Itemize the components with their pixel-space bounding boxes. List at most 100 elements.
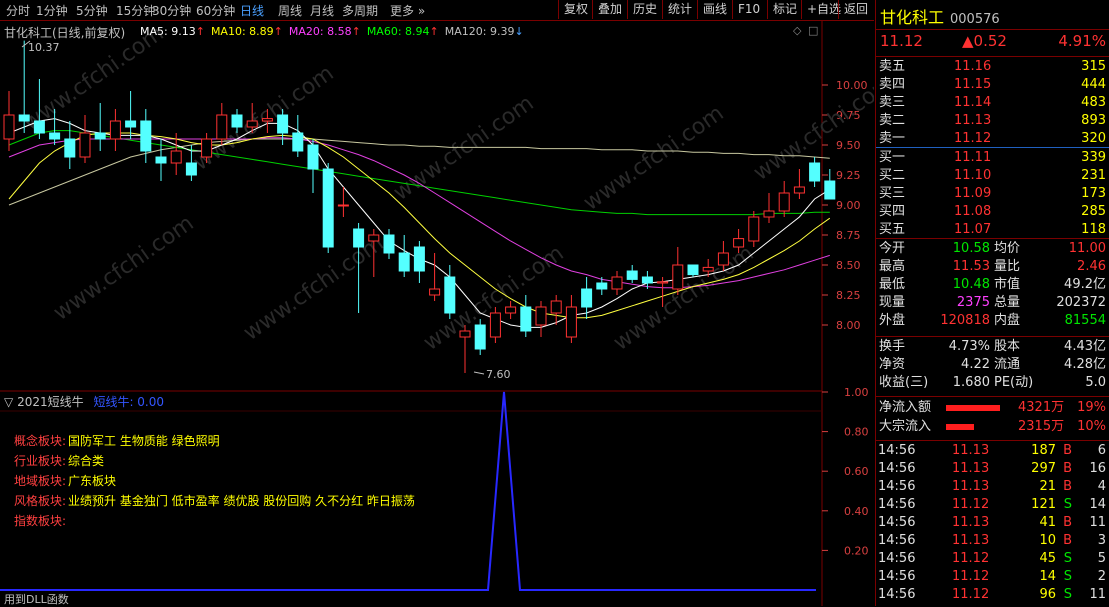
toolbar-action-5[interactable]: F10 [732, 0, 765, 19]
stat-key: 总量 [994, 295, 1021, 310]
tick-side: B [1063, 479, 1072, 494]
tick-side: S [1063, 497, 1072, 512]
tick-row: 14:56 11.13 187 B 6 [876, 442, 1109, 460]
candle-up [778, 192, 790, 212]
ask-label: 卖一 [879, 131, 906, 146]
stat-value: 10.58 [952, 241, 990, 256]
candle-up [702, 266, 714, 272]
toolbar-item-9[interactable]: 多周期 [342, 2, 378, 19]
tick-volume: 96 [1039, 587, 1056, 602]
tick-count: 2 [1097, 569, 1106, 584]
candle-down [94, 132, 106, 140]
bid-label: 买五 [879, 222, 906, 237]
y-tick-label: 9.00 [836, 199, 861, 212]
ask-price: 11.16 [954, 59, 992, 74]
toolbar-item-1[interactable]: 1分钟 [36, 2, 68, 19]
ask-label: 卖三 [879, 95, 906, 110]
tick-count: 11 [1089, 587, 1106, 602]
bid-row: 买三 11.09 173 [876, 185, 1109, 203]
candle-down [824, 180, 836, 200]
bid-price: 11.09 [954, 186, 992, 201]
toolbar-item-7[interactable]: 周线 [278, 2, 302, 19]
arrow-icon: ↓ [514, 25, 524, 38]
sector-value: 综合类 [68, 454, 105, 468]
tick-row: 14:56 11.13 21 B 4 [876, 478, 1109, 496]
candle-down [33, 120, 45, 134]
divider [876, 396, 1109, 397]
ask-price: 11.14 [954, 95, 992, 110]
tick-volume: 297 [1031, 461, 1056, 476]
sector-row: 行业板块: 综合类 [14, 452, 104, 469]
candle-down [474, 324, 486, 350]
divider [876, 56, 1109, 57]
candle-down [231, 114, 243, 128]
toolbar-action-1[interactable]: 叠加 [592, 0, 627, 19]
bid-row: 买一 11.11 339 [876, 149, 1109, 167]
tick-volume: 121 [1031, 497, 1056, 512]
ask-row: 卖一 11.12 320 [876, 130, 1109, 148]
candle-down [626, 270, 638, 280]
tick-side: S [1063, 569, 1072, 584]
bid-price: 11.10 [954, 168, 992, 183]
chart-canvas[interactable]: 10.009.759.509.259.008.758.508.258.00www… [0, 21, 874, 606]
candle-up [672, 264, 684, 290]
divider [876, 238, 1109, 239]
toolbar-action-2[interactable]: 历史 [627, 0, 662, 19]
stat-value: 4.28亿 [1064, 357, 1106, 372]
toolbar-item-6[interactable]: 日线 [240, 2, 264, 19]
toolbar-action-4[interactable]: 画线 [697, 0, 732, 19]
tick-volume: 41 [1039, 515, 1056, 530]
bid-price: 11.11 [954, 150, 992, 165]
ask-row: 卖五 11.16 315 [876, 58, 1109, 76]
sub-y-tick-label: 0.40 [844, 505, 869, 518]
toolbar-item-5[interactable]: 60分钟 [196, 2, 235, 19]
toolbar-item-8[interactable]: 月线 [310, 2, 334, 19]
y-tick-label: 8.75 [836, 229, 861, 242]
watermark-text: www.cfchi.com [579, 101, 728, 216]
candle-down [444, 276, 456, 314]
quote-panel: 甘化科工 000576 11.12 ▲0.52 4.91% 卖五 11.16 315 卖四 11.… [875, 0, 1109, 606]
candle-down [596, 282, 608, 290]
candle-up [793, 186, 805, 194]
toolbar-item-3[interactable]: 15分钟 [116, 2, 155, 19]
tick-count: 14 [1089, 497, 1106, 512]
diamond-icon[interactable]: ◇ [793, 24, 801, 37]
stat-value: 11.53 [952, 259, 990, 274]
tick-count: 6 [1097, 443, 1106, 458]
stat-key: 量比 [994, 259, 1021, 274]
tick-time: 14:56 [878, 479, 916, 494]
arrow-icon: ↑ [351, 25, 361, 38]
toolbar-action-8[interactable]: 返回 [838, 0, 873, 19]
toolbar-action-0[interactable]: 复权 [558, 0, 593, 19]
flow-amount: 4321万 [1018, 400, 1065, 415]
indicator-menu-icon[interactable]: ▽ [4, 395, 13, 409]
toolbar-item-0[interactable]: 分时 [6, 2, 30, 19]
toggle-square-icon[interactable]: □ [808, 24, 818, 37]
indicator-value: 短线牛: 0.00 [93, 395, 165, 409]
stock-header: 甘化科工 000576 [880, 4, 1000, 28]
tick-volume: 14 [1039, 569, 1056, 584]
toolbar-action-6[interactable]: 标记 [767, 0, 802, 19]
toolbar-item-2[interactable]: 5分钟 [76, 2, 108, 19]
candle-up [3, 114, 15, 140]
stat-value: 120818 [940, 313, 990, 328]
bid-volume: 285 [1081, 204, 1106, 219]
price-row: 11.12 ▲0.52 4.91% [876, 32, 1109, 50]
tick-count: 3 [1097, 533, 1106, 548]
candle-up [459, 330, 471, 338]
candle-up [170, 150, 182, 164]
sector-row: 概念板块: 国防军工 生物质能 绿色照明 [14, 432, 220, 449]
candle-down [520, 306, 532, 332]
ask-row: 卖二 11.13 893 [876, 112, 1109, 130]
toolbar-item-10[interactable]: 更多 » [390, 2, 425, 19]
sub-y-tick-label: 0.60 [844, 465, 869, 478]
candle-up [246, 120, 258, 128]
toolbar-item-4[interactable]: 30分钟 [152, 2, 191, 19]
candle-up [109, 120, 121, 140]
toolbar-action-3[interactable]: 统计 [662, 0, 697, 19]
tick-price: 11.12 [952, 497, 990, 512]
tick-side: B [1063, 443, 1072, 458]
candle-up [733, 238, 745, 248]
tick-time: 14:56 [878, 497, 916, 512]
watermark-text: www.cfchi.com [609, 241, 758, 356]
